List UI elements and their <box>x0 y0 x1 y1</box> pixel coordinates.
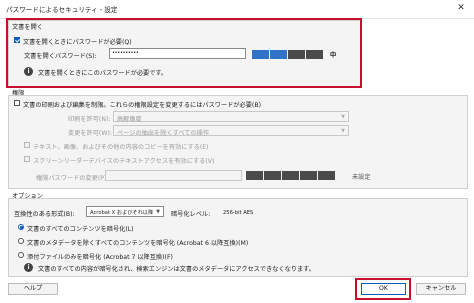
close-icon[interactable]: ✕ <box>454 2 468 15</box>
ok-button-highlight <box>355 278 411 300</box>
encrypt-except-metadata-label: 文書のメタデータを除くすべてのコンテンツを暗号化 (Acrobat 6 以降互換… <box>27 240 249 247</box>
print-allowed-select[interactable]: 高解像度 ▼ <box>113 111 349 123</box>
screen-reader-label: スクリーンリーダーデバイスのテキストアクセスを有効にする(V) <box>33 158 215 165</box>
chevron-down-icon: ▼ <box>341 128 345 134</box>
perm-strength-segment-5 <box>318 171 335 180</box>
help-button-label: ヘルプ <box>23 285 43 292</box>
perm-strength-segment-4 <box>300 171 317 180</box>
info-icon: i <box>24 67 33 76</box>
perm-strength-label: 未設定 <box>352 174 371 181</box>
compat-value: Acrobat X およびそれ以降 <box>90 210 154 216</box>
compat-label: 互換性のある形式(B): <box>14 211 75 218</box>
chevron-down-icon: ▼ <box>341 114 345 120</box>
strength-bar-segment-4 <box>306 50 323 59</box>
print-allowed-value: 高解像度 <box>117 115 142 123</box>
perm-strength-segment-2 <box>264 171 281 180</box>
options-info-text: 文書のすべての内容が暗号化され、検索エンジンは文書のメタデータにアクセスできなく… <box>38 266 315 273</box>
restrict-edit-checkbox[interactable] <box>14 100 20 106</box>
password-input[interactable]: •••••••••• <box>109 48 246 59</box>
strength-bar-segment-1 <box>252 50 269 59</box>
help-button[interactable]: ヘルプ <box>8 283 58 295</box>
strength-label: 中 <box>330 52 337 59</box>
screen-reader-checkbox[interactable] <box>24 156 30 162</box>
encrypt-except-metadata-radio[interactable] <box>18 238 24 244</box>
enable-copy-label: テキスト、画像、およびその他の内容のコピーを有効にする(E) <box>33 144 209 151</box>
open-document-section-label: 文書を開く <box>12 24 43 31</box>
password-value: •••••••••• <box>112 50 139 56</box>
change-allowed-label: 変更を許可(W): <box>68 130 112 137</box>
perm-strength-segment-1 <box>246 171 263 180</box>
perm-strength-segment-3 <box>282 171 299 180</box>
change-allowed-value: ページの抽出を除くすべての操作 <box>117 129 210 137</box>
open-info-text: 文書を開くときにこのパスワードが必要です。 <box>38 70 168 77</box>
chevron-down-icon: ▼ <box>156 209 160 215</box>
perm-password-label: 権限パスワードの変更(P): <box>36 175 109 182</box>
strength-bar-segment-2 <box>270 50 287 59</box>
require-password-checkbox[interactable] <box>14 37 20 43</box>
encrypt-all-radio[interactable] <box>18 224 24 230</box>
restrict-edit-label: 文書の印刷および編集を制限。これらの権限設定を変更するにはパスワードが必要(B) <box>23 102 262 109</box>
cancel-button[interactable]: キャンセル <box>416 283 466 295</box>
change-allowed-select[interactable]: ページの抽出を除くすべての操作 ▼ <box>113 125 349 137</box>
encryption-level-value: 256-bit AES <box>223 210 254 216</box>
perm-password-input[interactable] <box>105 170 242 181</box>
info-icon: i <box>24 263 33 272</box>
require-password-label: 文書を開くときにパスワードが必要(Q) <box>23 39 132 46</box>
password-field-label: 文書を開くパスワード(S): <box>24 53 97 60</box>
encrypt-attachments-radio[interactable] <box>18 252 24 258</box>
print-allowed-label: 印刷を許可(N): <box>68 116 111 123</box>
window-title: パスワードによるセキュリティ - 設定 <box>6 6 118 14</box>
strength-bar-segment-3 <box>288 50 305 59</box>
encrypt-attachments-label: 添付ファイルのみを暗号化 (Acrobat 7 以降互換)(F) <box>27 254 173 261</box>
encrypt-all-label: 文書のすべてのコンテンツを暗号化(L) <box>27 226 134 233</box>
cancel-button-label: キャンセル <box>425 285 457 292</box>
encryption-level-label: 暗号化レベル: <box>171 211 211 218</box>
enable-copy-checkbox[interactable] <box>24 142 30 148</box>
compat-select[interactable]: Acrobat X およびそれ以降 ▼ <box>86 206 164 217</box>
